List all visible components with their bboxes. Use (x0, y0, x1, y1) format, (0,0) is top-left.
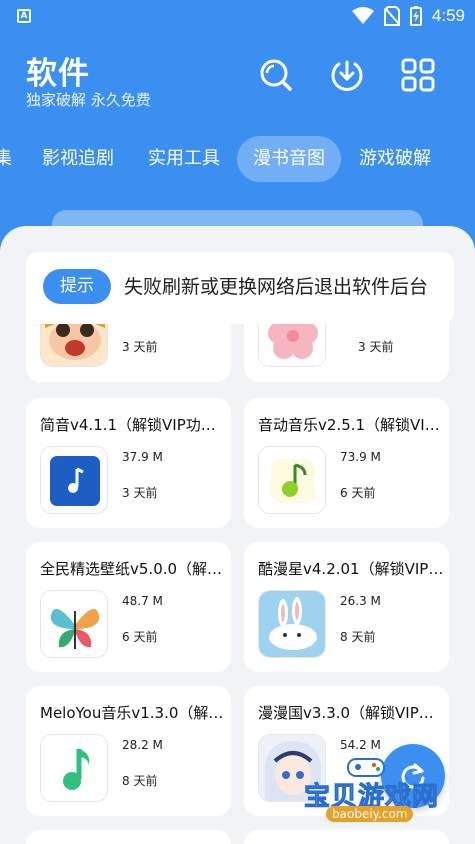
app-time: 6 天前 (340, 486, 376, 500)
wifi-icon (351, 7, 374, 24)
battery-charging-icon (409, 6, 422, 26)
tab-games[interactable]: 游戏破解 (359, 136, 431, 182)
tab-tools[interactable]: 实用工具 (148, 136, 220, 182)
app-card[interactable] (244, 830, 449, 844)
app-card[interactable] (26, 830, 231, 844)
music-note-teal-icon (40, 734, 108, 802)
notice-banner: 提示 失败刷新或更换网络后退出软件后台 (26, 252, 454, 324)
app-time: 3 天前 (358, 340, 394, 354)
category-tabs: 集 影视追剧 实用工具 漫书音图 游戏破解 (0, 134, 475, 186)
app-time: 3 天前 (122, 340, 158, 354)
page-title: 软件 (26, 56, 90, 92)
app-title: 全民精选壁纸v5.0.0（解锁VIP） (40, 560, 230, 578)
notice-badge: 提示 (43, 269, 111, 304)
music-note-blue-icon (40, 446, 108, 514)
search-icon (260, 59, 292, 91)
app-time: 8 天前 (122, 774, 158, 788)
app-size: 48.7 M (122, 594, 163, 608)
status-time: 4:59 (431, 6, 465, 25)
app-title: 漫漫国v3.3.0（解锁VIP功能） (258, 704, 448, 722)
app-card[interactable]: 简音v4.1.1（解锁VIP功能） 37.9 M 3 天前 (26, 398, 231, 528)
app-card[interactable]: 全民精选壁纸v5.0.0（解锁VIP） 48.7 M 6 天前 (26, 542, 231, 672)
app-card[interactable]: 音动音乐v2.5.1（解锁VIP功能） 73.9 M 6 天前 (244, 398, 449, 528)
tab-movies[interactable]: 影视追剧 (42, 136, 114, 182)
app-size: 26.3 M (340, 594, 381, 608)
notice-text: 失败刷新或更换网络后退出软件后台 (124, 276, 429, 298)
status-icons: 4:59 (351, 6, 465, 26)
tab-comics-music[interactable]: 漫书音图 (237, 136, 341, 182)
app-card[interactable]: 酷漫星v4.2.01（解锁VIP功能） 26.3 M 8 天前 (244, 542, 449, 672)
watermark: 宝贝游戏网 baobeiy.com (286, 756, 456, 824)
app-notification-icon: A (17, 9, 31, 23)
status-bar: A 4:59 (0, 0, 475, 34)
app-title: 简音v4.1.1（解锁VIP功能） (40, 416, 230, 434)
gamepad-icon (347, 758, 385, 777)
grid-menu-button[interactable] (400, 57, 436, 93)
watermark-url: baobeiy.com (326, 806, 414, 822)
music-note-green-icon (258, 446, 326, 514)
butterfly-icon (40, 590, 108, 658)
app-time: 8 天前 (340, 630, 376, 644)
app-title: MeloYou音乐v1.3.0（解锁VIP） (40, 704, 230, 722)
grid-icon (401, 58, 435, 92)
tab-partial[interactable]: 集 (0, 136, 12, 182)
search-button[interactable] (258, 57, 294, 93)
no-sim-icon (383, 6, 400, 26)
app-time: 6 天前 (122, 630, 158, 644)
app-time: 3 天前 (122, 486, 158, 500)
app-title: 酷漫星v4.2.01（解锁VIP功能） (258, 560, 448, 578)
page-subtitle: 独家破解 永久免费 (26, 91, 151, 109)
app-size: 73.9 M (340, 450, 381, 464)
app-size: 54.2 M (340, 738, 381, 752)
download-icon (331, 60, 363, 91)
app-size: 28.2 M (122, 738, 163, 752)
download-button[interactable] (329, 57, 365, 93)
app-card[interactable]: MeloYou音乐v1.3.0（解锁VIP） 28.2 M 8 天前 (26, 686, 231, 816)
app-size: 37.9 M (122, 450, 163, 464)
app-title: 音动音乐v2.5.1（解锁VIP功能） (258, 416, 448, 434)
rabbit-icon (258, 590, 326, 658)
